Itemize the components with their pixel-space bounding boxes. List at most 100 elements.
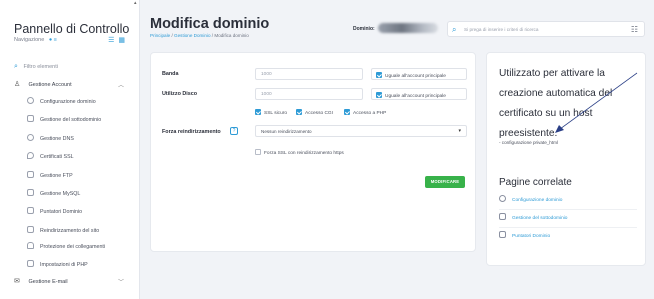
modify-button[interactable]: MODIFICARE: [425, 176, 465, 188]
caret-down-icon: ▾: [458, 128, 461, 134]
subdomain-icon: [499, 213, 506, 220]
php-icon: [27, 260, 34, 267]
edit-domain-form: Banda 1000 Uguale all'account principale…: [150, 52, 476, 252]
related-link-sottodominio[interactable]: Gestione del sottodominio: [499, 213, 637, 228]
scroll-up-icon[interactable]: ▴: [134, 0, 137, 6]
forza-label: Forza reindirizzamento: [162, 129, 221, 135]
nav-label: Navigazione: [14, 37, 45, 43]
filter-placeholder: Filtro elementi: [23, 64, 58, 70]
redirect-select-value: Nessun reindirizzamento: [261, 129, 312, 134]
breadcrumb-gestione-dominio[interactable]: Gestione Dominio: [174, 33, 211, 38]
force-ssl-checkbox[interactable]: Forza SSL con reindirizzamento https: [255, 149, 344, 156]
checkbox-checked-icon: [344, 109, 350, 115]
section-email[interactable]: ✉ Gestione E-mail ﹀: [14, 277, 126, 287]
disco-label: Utilizzo Disco: [162, 91, 198, 97]
sidebar-item-configurazione-dominio[interactable]: Configurazione dominio: [27, 97, 131, 107]
sidebar-item-label: Certificati SSL: [40, 154, 74, 160]
checkbox-unchecked-icon: [255, 149, 261, 155]
sidebar-item-label: Configurazione dominio: [40, 99, 96, 105]
checkbox-checked-icon: [376, 92, 382, 98]
section-email-label: Gestione E-mail: [28, 279, 68, 285]
section-account-label: Gestione Account: [28, 82, 72, 88]
checkbox-checked-icon: [376, 72, 382, 78]
redirect-icon: [27, 226, 34, 233]
php-label: Accesso a PHP: [353, 111, 387, 116]
cgi-checkbox[interactable]: Accesso CGI: [296, 109, 333, 116]
domain-value-redacted: [378, 23, 438, 33]
related-link-puntatori[interactable]: Puntatori Dominio: [499, 231, 637, 246]
pointer-icon: [27, 207, 34, 214]
database-icon: [27, 189, 34, 196]
nav-toggle[interactable]: ● ≡: [49, 37, 57, 43]
filter-settings-icon[interactable]: ☷: [631, 25, 638, 34]
sidebar-item-dns[interactable]: Gestione DNS: [27, 134, 131, 144]
sidebar-item-reindirizzamento[interactable]: Reindirizzamento del sito: [27, 226, 131, 236]
sidebar-item-label: Protezione dei collegamenti: [40, 244, 106, 250]
sidebar-item-mysql[interactable]: Gestione MySQL: [27, 189, 131, 199]
banda-same-label: Uguale all'account principale: [385, 74, 446, 79]
related-link-label: Gestione del sottodominio: [512, 216, 568, 221]
checkbox-checked-icon: [255, 109, 261, 115]
redirect-select[interactable]: Nessun reindirizzamento ▾: [255, 125, 467, 137]
disco-input[interactable]: 1000: [255, 88, 363, 100]
disco-same-checkbox[interactable]: Uguale all'account principale: [371, 88, 467, 100]
folder-icon: [27, 171, 34, 178]
search-placeholder: Si prega di inserire i criteri di ricerc…: [464, 27, 539, 32]
domain-label: Dominio:: [353, 26, 375, 32]
search-input[interactable]: ⌕ Si prega di inserire i criteri di rice…: [447, 21, 645, 37]
disco-same-label: Uguale all'account principale: [385, 94, 446, 99]
php-checkbox[interactable]: Accesso a PHP: [344, 109, 386, 116]
sidebar: Pannello di Controllo Navigazione ● ≡ ☰ …: [0, 0, 140, 299]
sidebar-item-sottodominio[interactable]: Gestione del sottodominio: [27, 115, 131, 125]
breadcrumb-home[interactable]: Principale: [150, 33, 170, 38]
sidebar-item-label: Gestione del sottodominio: [40, 117, 102, 123]
section-account[interactable]: ♙ Gestione Account ︿: [14, 80, 126, 90]
lock-icon: [27, 242, 34, 249]
sidebar-item-puntatori[interactable]: Puntatori Dominio: [27, 207, 131, 217]
mail-icon: ✉: [14, 278, 20, 285]
sidebar-item-label: Gestione DNS: [40, 136, 74, 142]
related-link-label: Configurazione dominio: [512, 198, 563, 203]
sidebar-item-label: Gestione FTP: [40, 173, 73, 179]
ssl-label: SSL sicuro: [264, 111, 288, 116]
breadcrumb-current: Modifica dominio: [214, 33, 249, 38]
certificate-icon: [27, 152, 34, 159]
sidebar-item-label: Puntatori Dominio: [40, 209, 83, 215]
breadcrumb: Principale / Gestione Dominio / Modifica…: [150, 33, 249, 38]
brand-title: Pannello di Controllo: [14, 22, 130, 36]
search-icon: ⌕: [452, 25, 457, 34]
gear-icon: [499, 195, 506, 202]
sidebar-item-label: Reindirizzamento del sito: [40, 228, 100, 234]
banda-same-checkbox[interactable]: Uguale all'account principale: [371, 68, 467, 80]
force-ssl-label: Forza SSL con reindirizzamento https: [264, 151, 344, 156]
banda-input[interactable]: 1000: [255, 68, 363, 80]
sidebar-item-ftp[interactable]: Gestione FTP: [27, 171, 131, 181]
globe-icon: [27, 134, 34, 141]
config-reference: - configurazione private_html: [499, 140, 558, 145]
user-icon: ♙: [14, 81, 21, 88]
subdomain-icon: [27, 115, 34, 122]
sidebar-item-label: Gestione MySQL: [40, 191, 81, 197]
nav-row: Navigazione ● ≡ ☰ ▦: [14, 37, 126, 47]
chevron-down-icon: ﹀: [117, 280, 124, 286]
page-title: Modifica dominio: [150, 16, 270, 32]
chevron-up-icon: ︿: [117, 83, 124, 89]
help-panel: Utilizzato per attivare la creazione aut…: [486, 52, 646, 266]
sidebar-item-label: Impostazioni di PHP: [40, 262, 88, 268]
help-icon[interactable]: ?: [230, 127, 238, 135]
sidebar-item-protezione[interactable]: Protezione dei collegamenti: [27, 242, 131, 252]
view-mode-icon[interactable]: ☰ ▦: [108, 36, 126, 44]
pointer-icon: [499, 231, 506, 238]
gear-icon: [27, 97, 34, 104]
related-link-configurazione[interactable]: Configurazione dominio: [499, 195, 637, 210]
sidebar-item-ssl[interactable]: Certificati SSL: [27, 152, 131, 162]
sidebar-item-php[interactable]: Impostazioni di PHP: [27, 260, 131, 270]
help-text: Utilizzato per attivare la creazione aut…: [499, 68, 613, 139]
related-pages-title: Pagine correlate: [499, 177, 572, 188]
filter-input[interactable]: ⌕ Filtro elementi: [14, 63, 126, 73]
related-link-label: Puntatori Dominio: [512, 234, 551, 239]
banda-label: Banda: [162, 71, 179, 77]
cgi-label: Accesso CGI: [305, 111, 333, 116]
ssl-checkbox[interactable]: SSL sicuro: [255, 109, 287, 116]
search-icon: ⌕: [14, 63, 18, 70]
